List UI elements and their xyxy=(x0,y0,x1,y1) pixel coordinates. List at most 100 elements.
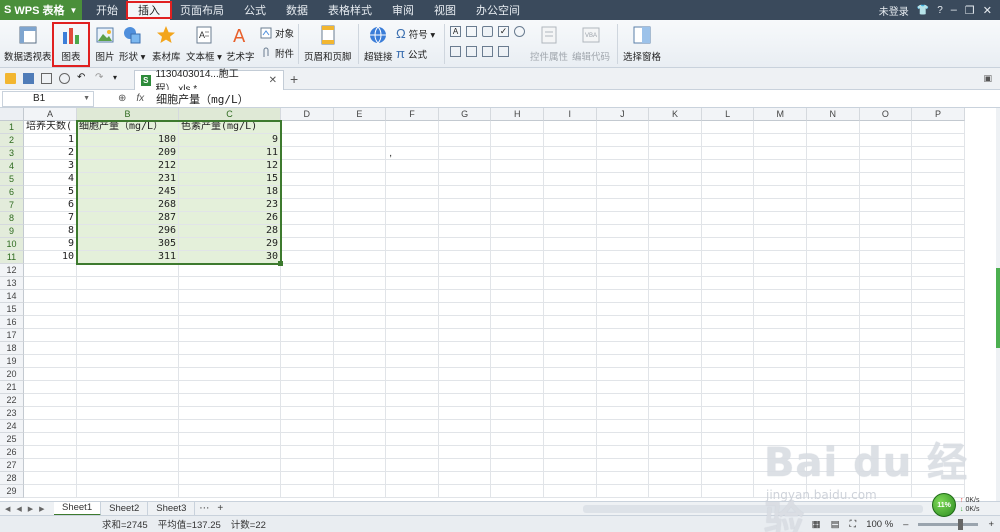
grid-cell[interactable] xyxy=(544,173,597,186)
grid-cell[interactable]: 30 xyxy=(179,251,281,264)
grid-cell[interactable] xyxy=(77,433,179,446)
wordart-button[interactable]: A 艺术字 xyxy=(226,24,255,63)
grid-cell[interactable] xyxy=(807,238,860,251)
grid-cell[interactable] xyxy=(438,225,492,238)
grid-cell[interactable] xyxy=(754,355,807,368)
grid-cell[interactable] xyxy=(491,238,544,251)
grid-cell[interactable] xyxy=(649,147,702,160)
grid-cell[interactable] xyxy=(754,329,807,342)
network-speed-widget[interactable]: 11% ↑ 0K/s ↓ 0K/s xyxy=(932,491,1000,519)
menu-tab[interactable]: 视图 xyxy=(424,0,466,20)
grid-cell[interactable] xyxy=(491,212,544,225)
formula-input[interactable]: 细胞产量（mg/L） xyxy=(156,91,249,107)
grid-cell[interactable] xyxy=(807,446,860,459)
grid-cell[interactable] xyxy=(77,394,179,407)
grid-cell[interactable] xyxy=(649,134,702,147)
restore-icon[interactable]: ❐ xyxy=(965,4,975,17)
grid-cell[interactable] xyxy=(859,264,913,277)
grid-cell[interactable] xyxy=(807,251,860,264)
chevron-down-icon[interactable]: ▼ xyxy=(83,95,90,102)
column-header[interactable]: I xyxy=(544,108,597,121)
grid-cell[interactable] xyxy=(281,147,334,160)
grid-cell[interactable] xyxy=(333,160,387,173)
grid-cell[interactable]: 培养天数( xyxy=(24,121,77,134)
grid-cell[interactable] xyxy=(333,186,387,199)
grid-cell[interactable] xyxy=(859,173,913,186)
grid-cell[interactable] xyxy=(649,121,702,134)
column-header[interactable]: H xyxy=(491,108,544,121)
grid-cell[interactable] xyxy=(333,121,387,134)
menu-tab[interactable]: 公式 xyxy=(234,0,276,20)
grid-cell[interactable] xyxy=(807,225,860,238)
document-tab[interactable]: S 1130403014...胞工程）.xls * ✕ xyxy=(134,69,284,95)
grid-cell[interactable] xyxy=(807,472,860,485)
grid-cell[interactable] xyxy=(544,290,597,303)
grid-cell[interactable] xyxy=(333,277,387,290)
grid-cell[interactable] xyxy=(24,394,77,407)
grid-cell[interactable] xyxy=(438,264,492,277)
grid-cell[interactable]: 15 xyxy=(179,173,281,186)
grid-cell[interactable] xyxy=(912,134,965,147)
grid-cell[interactable] xyxy=(754,485,807,498)
grid-cell[interactable] xyxy=(24,342,77,355)
grid-cell[interactable] xyxy=(701,160,755,173)
grid-cell[interactable] xyxy=(281,290,334,303)
grid-cell[interactable] xyxy=(281,134,334,147)
grid-cell[interactable] xyxy=(754,238,807,251)
grid-cell[interactable] xyxy=(807,329,860,342)
grid-cell[interactable] xyxy=(491,303,544,316)
grid-cell[interactable] xyxy=(596,433,650,446)
picture-button[interactable]: 图片 xyxy=(94,24,116,63)
grid-cell[interactable] xyxy=(333,381,387,394)
normal-view-icon[interactable]: ▦ xyxy=(812,519,821,530)
grid-cell[interactable] xyxy=(438,212,492,225)
grid-cell[interactable] xyxy=(912,381,965,394)
grid-cell[interactable]: 245 xyxy=(77,186,179,199)
grid-cell[interactable] xyxy=(281,238,334,251)
grid-cell[interactable]: 11 xyxy=(179,147,281,160)
grid-cell[interactable] xyxy=(544,381,597,394)
grid-cell[interactable] xyxy=(649,238,702,251)
grid-cell[interactable] xyxy=(179,485,281,498)
grid-cell[interactable] xyxy=(333,368,387,381)
grid-cell[interactable] xyxy=(859,446,913,459)
grid-cell[interactable] xyxy=(333,485,387,498)
grid-cell[interactable] xyxy=(754,368,807,381)
grid-cell[interactable] xyxy=(701,264,755,277)
grid-cell[interactable] xyxy=(386,368,439,381)
listbox-control-icon[interactable] xyxy=(450,46,461,57)
grid-cell[interactable] xyxy=(386,121,439,134)
textbox-button[interactable]: A 文本框 ▾ xyxy=(186,24,222,63)
grid-cell[interactable] xyxy=(701,121,755,134)
grid-cell[interactable] xyxy=(649,160,702,173)
grid-cell[interactable] xyxy=(24,381,77,394)
grid-cell[interactable] xyxy=(544,264,597,277)
row-header[interactable]: 1 xyxy=(0,121,24,134)
grid-cell[interactable] xyxy=(596,420,650,433)
grid-cell[interactable] xyxy=(544,342,597,355)
grid-cell[interactable]: 180 xyxy=(77,134,179,147)
grid-cell[interactable] xyxy=(491,446,544,459)
grid-cell[interactable] xyxy=(859,394,913,407)
grid-cell[interactable] xyxy=(544,394,597,407)
grid-cell[interactable] xyxy=(438,329,492,342)
grid-cell[interactable] xyxy=(281,420,334,433)
grid-cell[interactable] xyxy=(544,316,597,329)
grid-cell[interactable] xyxy=(859,134,913,147)
grid-cell[interactable] xyxy=(438,160,492,173)
grid-cell[interactable] xyxy=(859,121,913,134)
grid-cell[interactable] xyxy=(544,251,597,264)
grid-cell[interactable] xyxy=(912,290,965,303)
grid-cell[interactable] xyxy=(491,147,544,160)
grid-cell[interactable] xyxy=(754,316,807,329)
grid-cell[interactable] xyxy=(333,394,387,407)
grid-cell[interactable] xyxy=(859,290,913,303)
grid-cell[interactable] xyxy=(912,264,965,277)
grid-cell[interactable] xyxy=(912,147,965,160)
first-sheet-icon[interactable]: ◀ xyxy=(5,505,10,513)
minimize-icon[interactable]: – xyxy=(951,4,957,16)
grid-cell[interactable] xyxy=(281,433,334,446)
grid-cell[interactable] xyxy=(491,368,544,381)
grid-cell[interactable] xyxy=(912,394,965,407)
grid-cell[interactable] xyxy=(77,342,179,355)
